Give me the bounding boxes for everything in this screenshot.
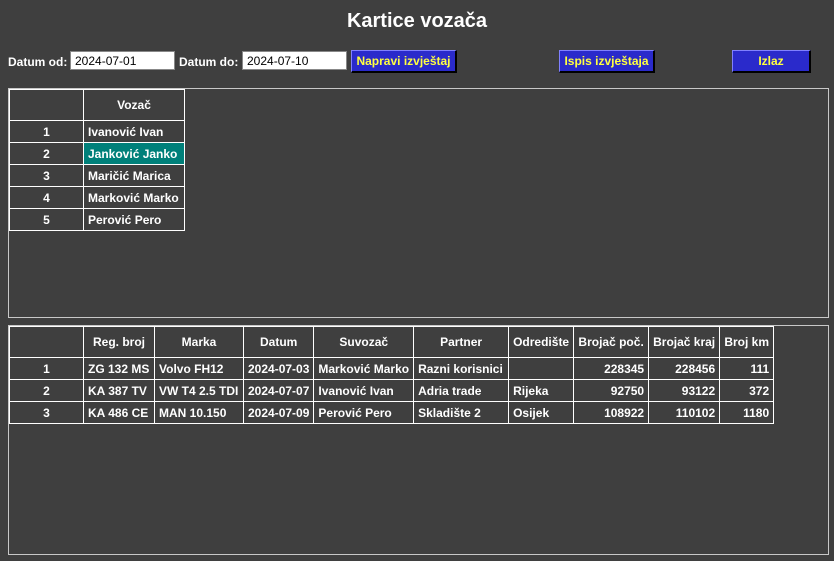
- trip-co-driver-cell: Perović Pero: [313, 401, 415, 424]
- trip-reg-number-cell: ZG 132 MS: [83, 357, 155, 380]
- driver-row[interactable]: 4 Marković Marko: [9, 186, 185, 209]
- date-from-input[interactable]: [70, 51, 175, 70]
- trip-km-count-cell: 1180: [719, 401, 775, 424]
- trip-odometer-end-cell: 110102: [648, 401, 721, 424]
- trips-header-partner: Partner: [413, 326, 510, 358]
- trip-row[interactable]: 1 ZG 132 MS Volvo FH12 2024-07-03 Marković M…: [9, 357, 775, 380]
- trip-co-driver-cell: Marković Marko: [313, 357, 415, 380]
- trip-make-cell: Volvo FH12: [154, 357, 244, 380]
- trip-reg-number-cell: KA 486 CE: [83, 401, 155, 424]
- trips-header-odometer-end: Brojač kraj: [648, 326, 721, 358]
- trip-partner-cell: Razni korisnici: [413, 357, 510, 380]
- trip-odometer-start-cell: 228345: [573, 357, 650, 380]
- date-to-input[interactable]: [242, 51, 347, 70]
- driver-name-cell[interactable]: Maričić Marica: [83, 164, 185, 187]
- trip-reg-number-cell: KA 387 TV: [83, 379, 155, 402]
- trip-odometer-end-cell: 228456: [648, 357, 721, 380]
- trip-row-number-cell: 1: [9, 357, 84, 380]
- trip-odometer-start-cell: 108922: [573, 401, 650, 424]
- trip-date-cell: 2024-07-03: [242, 357, 315, 380]
- window-title: Kartice vozača: [346, 10, 488, 32]
- trips-header-reg-number: Reg. broj: [83, 326, 155, 358]
- trip-make-cell: VW T4 2.5 TDI: [154, 379, 244, 402]
- trip-partner-cell: Adria trade: [413, 379, 510, 402]
- drivers-table: Vozač 1 Ivanović Ivan 2 Janković Janko 3 Mari…: [9, 89, 185, 231]
- trip-co-driver-cell: Ivanović Ivan: [313, 379, 415, 402]
- trip-km-count-cell: 111: [719, 357, 775, 380]
- drivers-panel: Vozač 1 Ivanović Ivan 2 Janković Janko 3 Mari…: [8, 88, 829, 318]
- trip-destination-cell: Osijek: [508, 401, 575, 424]
- trip-destination-cell: [508, 357, 575, 380]
- driver-row-number: 5: [9, 208, 84, 231]
- trip-row[interactable]: 2 KA 387 TV VW T4 2.5 TDI 2024-07-07 Ivanovi…: [9, 379, 775, 402]
- driver-row[interactable]: 1 Ivanović Ivan: [9, 120, 185, 143]
- driver-name-cell[interactable]: Perović Pero: [83, 208, 185, 231]
- trip-make-cell: MAN 10.150: [154, 401, 244, 424]
- date-from-label: Datum od:: [8, 55, 68, 69]
- trips-table: Reg. broj Marka Datum Suvozač Partner Odrediš…: [9, 326, 775, 424]
- trip-km-count-cell: 372: [719, 379, 775, 402]
- trips-panel: Reg. broj Marka Datum Suvozač Partner Odrediš…: [8, 325, 829, 555]
- trip-partner-cell: Skladište 2: [413, 401, 510, 424]
- drivers-header-no: [9, 89, 84, 121]
- driver-row[interactable]: 5 Perović Pero: [9, 208, 185, 231]
- driver-row[interactable]: 2 Janković Janko: [9, 142, 185, 165]
- driver-row[interactable]: 3 Maričić Marica: [9, 164, 185, 187]
- trip-odometer-start-cell: 92750: [573, 379, 650, 402]
- trip-row-number-cell: 2: [9, 379, 84, 402]
- trip-date-cell: 2024-07-07: [242, 379, 315, 402]
- trip-row-number-cell: 3: [9, 401, 84, 424]
- drivers-header-name: Vozač: [83, 89, 185, 121]
- driver-row-number: 2: [9, 142, 84, 165]
- drivers-header-row: Vozač: [9, 89, 185, 121]
- driver-name-cell[interactable]: Janković Janko: [83, 142, 185, 165]
- trips-header-make: Marka: [154, 326, 244, 358]
- print-report-button[interactable]: Ispis izvještaja: [559, 50, 655, 73]
- trip-destination-cell: Rijeka: [508, 379, 575, 402]
- trips-header-date: Datum: [242, 326, 315, 358]
- driver-row-number: 4: [9, 186, 84, 209]
- filter-bar: Datum od: Datum do: Napravi izvještaj Is…: [0, 50, 834, 74]
- trips-header-co-driver: Suvozač: [313, 326, 415, 358]
- driver-row-number: 3: [9, 164, 84, 187]
- make-report-button[interactable]: Napravi izvještaj: [351, 50, 457, 73]
- date-to-label: Datum do:: [179, 55, 239, 69]
- trips-header-row-number: [9, 326, 84, 358]
- trips-header-destination: Odredište: [508, 326, 575, 358]
- trips-header-odometer-start: Brojač poč.: [573, 326, 650, 358]
- exit-button[interactable]: Izlaz: [732, 50, 811, 73]
- trips-header-km-count: Broj km: [719, 326, 775, 358]
- driver-name-cell[interactable]: Marković Marko: [83, 186, 185, 209]
- trip-date-cell: 2024-07-09: [242, 401, 315, 424]
- driver-name-cell[interactable]: Ivanović Ivan: [83, 120, 185, 143]
- trip-row[interactable]: 3 KA 486 CE MAN 10.150 2024-07-09 Perović Pe…: [9, 401, 775, 424]
- trip-odometer-end-cell: 93122: [648, 379, 721, 402]
- trips-header-row: Reg. broj Marka Datum Suvozač Partner Odrediš…: [9, 326, 775, 358]
- driver-row-number: 1: [9, 120, 84, 143]
